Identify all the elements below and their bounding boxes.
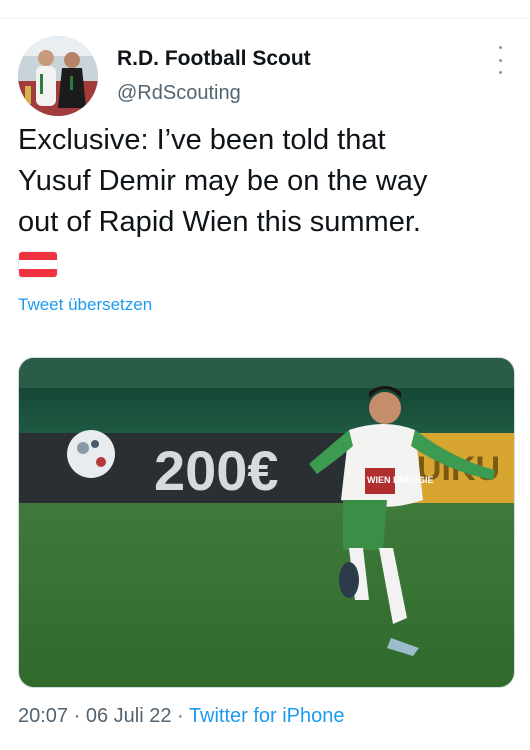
- flag-stripe-bottom: [19, 268, 57, 277]
- avatar[interactable]: [18, 36, 98, 116]
- tweet-line: out of Rapid Wien this summer.: [18, 206, 421, 238]
- tweet-line: Yusuf Demir may be on the way: [18, 165, 428, 197]
- top-divider: [0, 18, 530, 19]
- tweet-media-image[interactable]: 200€ UIKU WIEN ENERGIE: [18, 357, 515, 688]
- ad-board-text: 200€: [154, 439, 279, 502]
- more-dot: [498, 46, 502, 49]
- translate-tweet-link[interactable]: Tweet übersetzen: [18, 295, 152, 315]
- meta-separator: ·: [171, 705, 189, 727]
- flag-stripe-top: [19, 252, 57, 261]
- jersey-sponsor-text: WIEN ENERGIE: [367, 475, 434, 485]
- tweet-date: 06 Juli 22: [85, 705, 172, 727]
- football-photo: 200€ UIKU WIEN ENERGIE: [19, 358, 514, 687]
- more-dot: [498, 58, 502, 62]
- more-dot: [498, 71, 502, 74]
- tweet-meta: 20:07 · 06 Juli 22 · Twitter for iPhone: [18, 705, 345, 728]
- more-options-icon[interactable]: [492, 46, 508, 74]
- tweet-line: Exclusive: I’ve been told that: [18, 124, 386, 156]
- meta-separator: ·: [68, 705, 86, 727]
- author-handle[interactable]: @RdScouting: [117, 82, 241, 105]
- tweet-source-link[interactable]: Twitter for iPhone: [189, 705, 345, 727]
- avatar-photo: [18, 36, 98, 116]
- tweet-text: Exclusive: I’ve been told that Yusuf Dem…: [18, 120, 513, 243]
- tweet-time: 20:07: [18, 705, 69, 727]
- austria-flag-icon: [18, 251, 58, 278]
- author-display-name[interactable]: R.D. Football Scout: [117, 47, 311, 71]
